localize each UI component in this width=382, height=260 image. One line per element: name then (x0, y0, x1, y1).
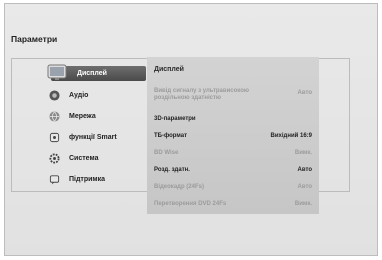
setting-row-resolution[interactable]: Розд. здатн. Авто (154, 167, 312, 174)
setting-label: 3D-параметри (154, 116, 196, 122)
sidebar-item-label: Мережа (69, 113, 96, 120)
sidebar-item-smart[interactable]: функції Smart (40, 127, 146, 148)
setting-row-movie-frame[interactable]: Відеокадр (24Fs) Авто (154, 184, 312, 191)
setting-label: Відеокадр (24Fs) (154, 184, 204, 190)
sidebar-item-support[interactable]: Підтримка (40, 169, 146, 190)
setting-value: Авто (297, 90, 312, 96)
network-icon (49, 111, 60, 122)
display-icon (47, 64, 67, 80)
setting-label: Перетворення DVD 24Fs (154, 201, 227, 207)
setting-value: Авто (297, 167, 312, 173)
sidebar-item-audio[interactable]: Аудіо (40, 85, 146, 106)
setting-value: Авто (297, 184, 312, 190)
settings-sidebar: Дисплей Аудіо Мережа функції Smart Систе… (40, 64, 146, 190)
setting-row-tv-format[interactable]: ТБ-формат Вихідний 16:9 (154, 133, 312, 140)
audio-icon (49, 90, 60, 101)
smart-icon (49, 132, 60, 143)
support-icon (49, 175, 60, 185)
panel-title: Дисплей (154, 66, 184, 73)
setting-value: Вимк. (294, 201, 312, 207)
sidebar-item-network[interactable]: Мережа (40, 106, 146, 127)
sidebar-item-system[interactable]: Система (40, 148, 146, 169)
setting-row-3d[interactable]: 3D-параметри (154, 116, 312, 123)
sidebar-item-label: Дисплей (77, 70, 107, 77)
setting-value: Вимк. (294, 150, 312, 156)
setting-label: ТБ-формат (154, 133, 188, 139)
sidebar-item-label: Підтримка (69, 176, 106, 183)
page-title: Параметри (11, 34, 58, 44)
display-settings-panel: Дисплей Вивід сигналу з ультрависокою ро… (147, 57, 319, 214)
sidebar-item-display[interactable]: Дисплей (47, 64, 146, 81)
setting-row-dvd-24fs[interactable]: Перетворення DVD 24Fs Вимк. (154, 201, 312, 208)
sidebar-item-label: Аудіо (69, 92, 89, 99)
sidebar-item-label: Система (69, 155, 99, 162)
setting-label: Вивід сигналу з ультрависокою роздільною… (154, 88, 249, 101)
setting-label: BD Wise (154, 150, 179, 156)
setting-label: Розд. здатн. (154, 167, 190, 173)
setting-row-uhd-output[interactable]: Вивід сигналу з ультрависокою роздільною… (154, 88, 312, 102)
setting-row-bd-wise[interactable]: BD Wise Вимк. (154, 150, 312, 157)
system-gear-icon (49, 153, 60, 164)
setting-value: Вихідний 16:9 (270, 133, 312, 139)
sidebar-item-label: функції Smart (69, 134, 117, 141)
